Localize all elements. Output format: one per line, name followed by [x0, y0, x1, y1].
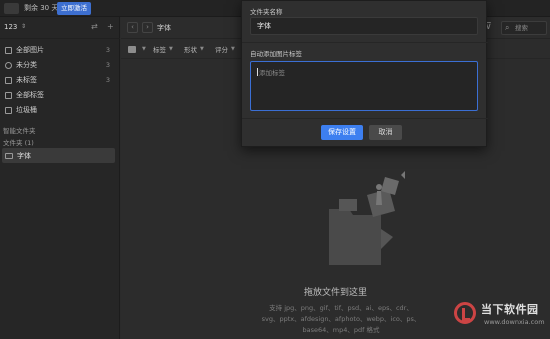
library-caret-icon[interactable]: ⇕	[21, 23, 26, 30]
watermark-name: 当下软件园	[481, 303, 539, 316]
uncategorized-icon	[5, 61, 12, 69]
save-button[interactable]: 保存设置	[321, 125, 363, 140]
library-name: 123	[4, 23, 18, 31]
empty-state-title: 拖放文件到这里	[303, 288, 367, 298]
trial-remaining-text: 剩余 30 天	[24, 4, 59, 12]
search-icon: ⌕	[505, 23, 510, 32]
folder-settings-dialog: 文件夹名称 字体 自动添加图片标签 添加标签 保存设置 取消	[241, 0, 488, 147]
filter-label: 形状	[184, 46, 197, 54]
tag-icon	[5, 91, 12, 99]
chevron-down-icon: ▼	[200, 46, 204, 52]
sidebar-item-label: 全部图片	[16, 46, 44, 54]
filter-label: 评分	[215, 46, 228, 54]
auto-tags-placeholder: 添加标签	[259, 69, 285, 77]
sidebar-item-count: 3	[105, 76, 110, 84]
sidebar-item-trash[interactable]: 垃圾桶	[2, 103, 116, 117]
folders-title[interactable]: 文件夹 (1)	[3, 137, 34, 147]
add-icon[interactable]: +	[107, 22, 114, 31]
folder-name-label: 文件夹名称	[250, 8, 283, 16]
chevron-down-icon: ▼	[169, 46, 173, 52]
watermark-logo-icon	[454, 302, 476, 324]
chevron-down-icon: ▼	[231, 46, 235, 52]
auto-tags-label: 自动添加图片标签	[250, 50, 302, 58]
sidebar-item-label: 未分类	[16, 61, 37, 69]
forward-button[interactable]: ›	[142, 22, 153, 33]
sidebar-item-all-images[interactable]: 全部图片 3	[2, 43, 116, 57]
chevron-down-icon: ▼	[142, 46, 146, 52]
folder-icon	[5, 152, 13, 159]
divider	[242, 42, 488, 43]
sidebar-item-count: 3	[105, 46, 110, 54]
drop-illustration	[329, 171, 405, 265]
search-input[interactable]	[515, 23, 545, 33]
sidebar-item-count: 3	[105, 61, 110, 69]
smart-folders-title[interactable]: 智能文件夹	[3, 125, 36, 135]
folder-name-input[interactable]: 字体	[250, 17, 478, 35]
sidebar-item-untagged[interactable]: 未标签 3	[2, 73, 116, 87]
sidebar-item-label: 未标签	[16, 76, 37, 84]
current-folder-title: 字体	[157, 24, 171, 32]
rating-filter[interactable]: 评分 ▼	[215, 43, 235, 55]
text-cursor	[257, 68, 258, 76]
sidebar: 123 ⇕ ⇄ + 全部图片 3 未分类 3 未标签 3 全部标签 垃圾桶 智能…	[0, 17, 120, 339]
color-filter[interactable]: ▼	[128, 43, 146, 55]
search-box[interactable]: ⌕	[501, 21, 547, 35]
back-button[interactable]: ‹	[127, 22, 138, 33]
divider	[242, 118, 488, 119]
untagged-icon	[5, 76, 12, 84]
cancel-button[interactable]: 取消	[369, 125, 402, 140]
trash-icon	[5, 106, 12, 114]
library-switcher[interactable]: 123 ⇕ ⇄ +	[0, 17, 120, 39]
color-swatch-icon	[128, 45, 136, 53]
auto-tags-input[interactable]: 添加标签	[250, 61, 478, 111]
watermark-url: www.downxia.com	[484, 318, 545, 326]
sidebar-folder-item[interactable]: 字体	[2, 148, 115, 163]
shape-filter[interactable]: 形状 ▼	[184, 43, 204, 55]
tag-filter[interactable]: 标签 ▼	[153, 43, 173, 55]
sidebar-item-uncategorized[interactable]: 未分类 3	[2, 58, 116, 72]
sync-icon[interactable]: ⇄	[91, 22, 98, 31]
image-icon	[5, 46, 12, 54]
sidebar-item-label: 垃圾桶	[16, 106, 37, 114]
watermark: 当下软件园 www.downxia.com	[454, 298, 548, 334]
activate-button[interactable]: 立即激活	[57, 2, 91, 15]
app-logo	[4, 3, 19, 14]
folder-label: 字体	[17, 151, 31, 160]
sidebar-item-label: 全部标签	[16, 91, 44, 99]
empty-state-description: 支持 jpg、png、gif、tif、psd、ai、eps、cdr、svg、pp…	[261, 304, 421, 334]
sidebar-item-all-tags[interactable]: 全部标签	[2, 88, 116, 102]
filter-label: 标签	[153, 46, 166, 54]
